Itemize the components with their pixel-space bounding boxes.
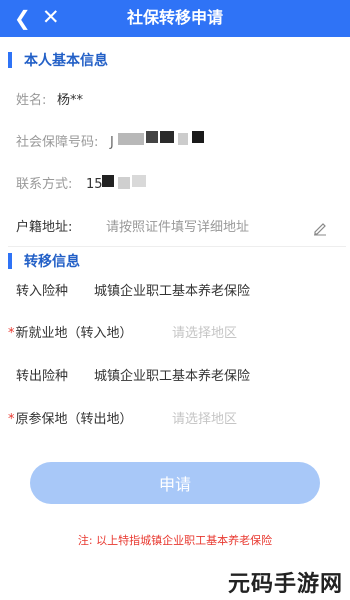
phone-label: 联系方式:: [16, 177, 73, 192]
name-label: 姓名:: [16, 93, 47, 108]
apply-button[interactable]: 申请: [30, 462, 320, 504]
phone-redaction: [102, 175, 114, 187]
ssn-redaction: [192, 131, 204, 143]
site-watermark: 元码手游网: [228, 572, 344, 597]
orig-location-label-text: 原参保地（转出地）: [15, 412, 133, 427]
orig-location-label: *原参保地（转出地）: [8, 411, 133, 429]
address-label: 户籍地址:: [16, 220, 73, 235]
section-basic-info: 本人基本信息: [8, 50, 108, 70]
new-location-select[interactable]: 请选择地区: [172, 325, 237, 343]
section-transfer-info: 转移信息: [8, 251, 80, 271]
divider: [8, 246, 346, 247]
footnote: 注: 以上特指城镇企业职工基本养老保险: [77, 534, 273, 547]
phone-value: 15: [86, 177, 103, 192]
required-mark: *: [8, 412, 15, 427]
phone-redaction: [118, 177, 130, 189]
orig-location-select[interactable]: 请选择地区: [172, 411, 237, 429]
address-input[interactable]: 请按照证件填写详细地址: [106, 219, 249, 237]
section-transfer-info-title: 转移信息: [24, 254, 80, 270]
ssn-redaction: [118, 133, 144, 145]
in-insurance-type-label: 转入险种: [16, 284, 69, 299]
name-value: 杨**: [57, 93, 84, 108]
out-insurance-type-value[interactable]: 城镇企业职工基本养老保险: [94, 368, 250, 386]
header-bar: ❮ ✕ 社保转移申请: [0, 0, 350, 37]
new-location-label-text: 新就业地（转入地）: [15, 326, 133, 341]
ssn-redaction: [146, 131, 158, 143]
section-basic-info-title: 本人基本信息: [24, 53, 108, 69]
phone-redaction: [132, 175, 146, 187]
edit-pencil-icon[interactable]: [312, 220, 328, 236]
section-accent-bar: [8, 52, 12, 68]
new-location-label: *新就业地（转入地）: [8, 325, 133, 343]
page-title: 社保转移申请: [126, 8, 223, 27]
ssn-redaction: [160, 131, 174, 143]
ssn-redaction: [178, 133, 188, 145]
ssn-label: 社会保障号码:: [16, 135, 99, 150]
out-insurance-type-label: 转出险种: [16, 369, 69, 384]
in-insurance-type-value[interactable]: 城镇企业职工基本养老保险: [94, 283, 250, 301]
section-accent-bar: [8, 253, 12, 269]
required-mark: *: [8, 326, 15, 341]
ssn-value: J: [110, 135, 114, 150]
